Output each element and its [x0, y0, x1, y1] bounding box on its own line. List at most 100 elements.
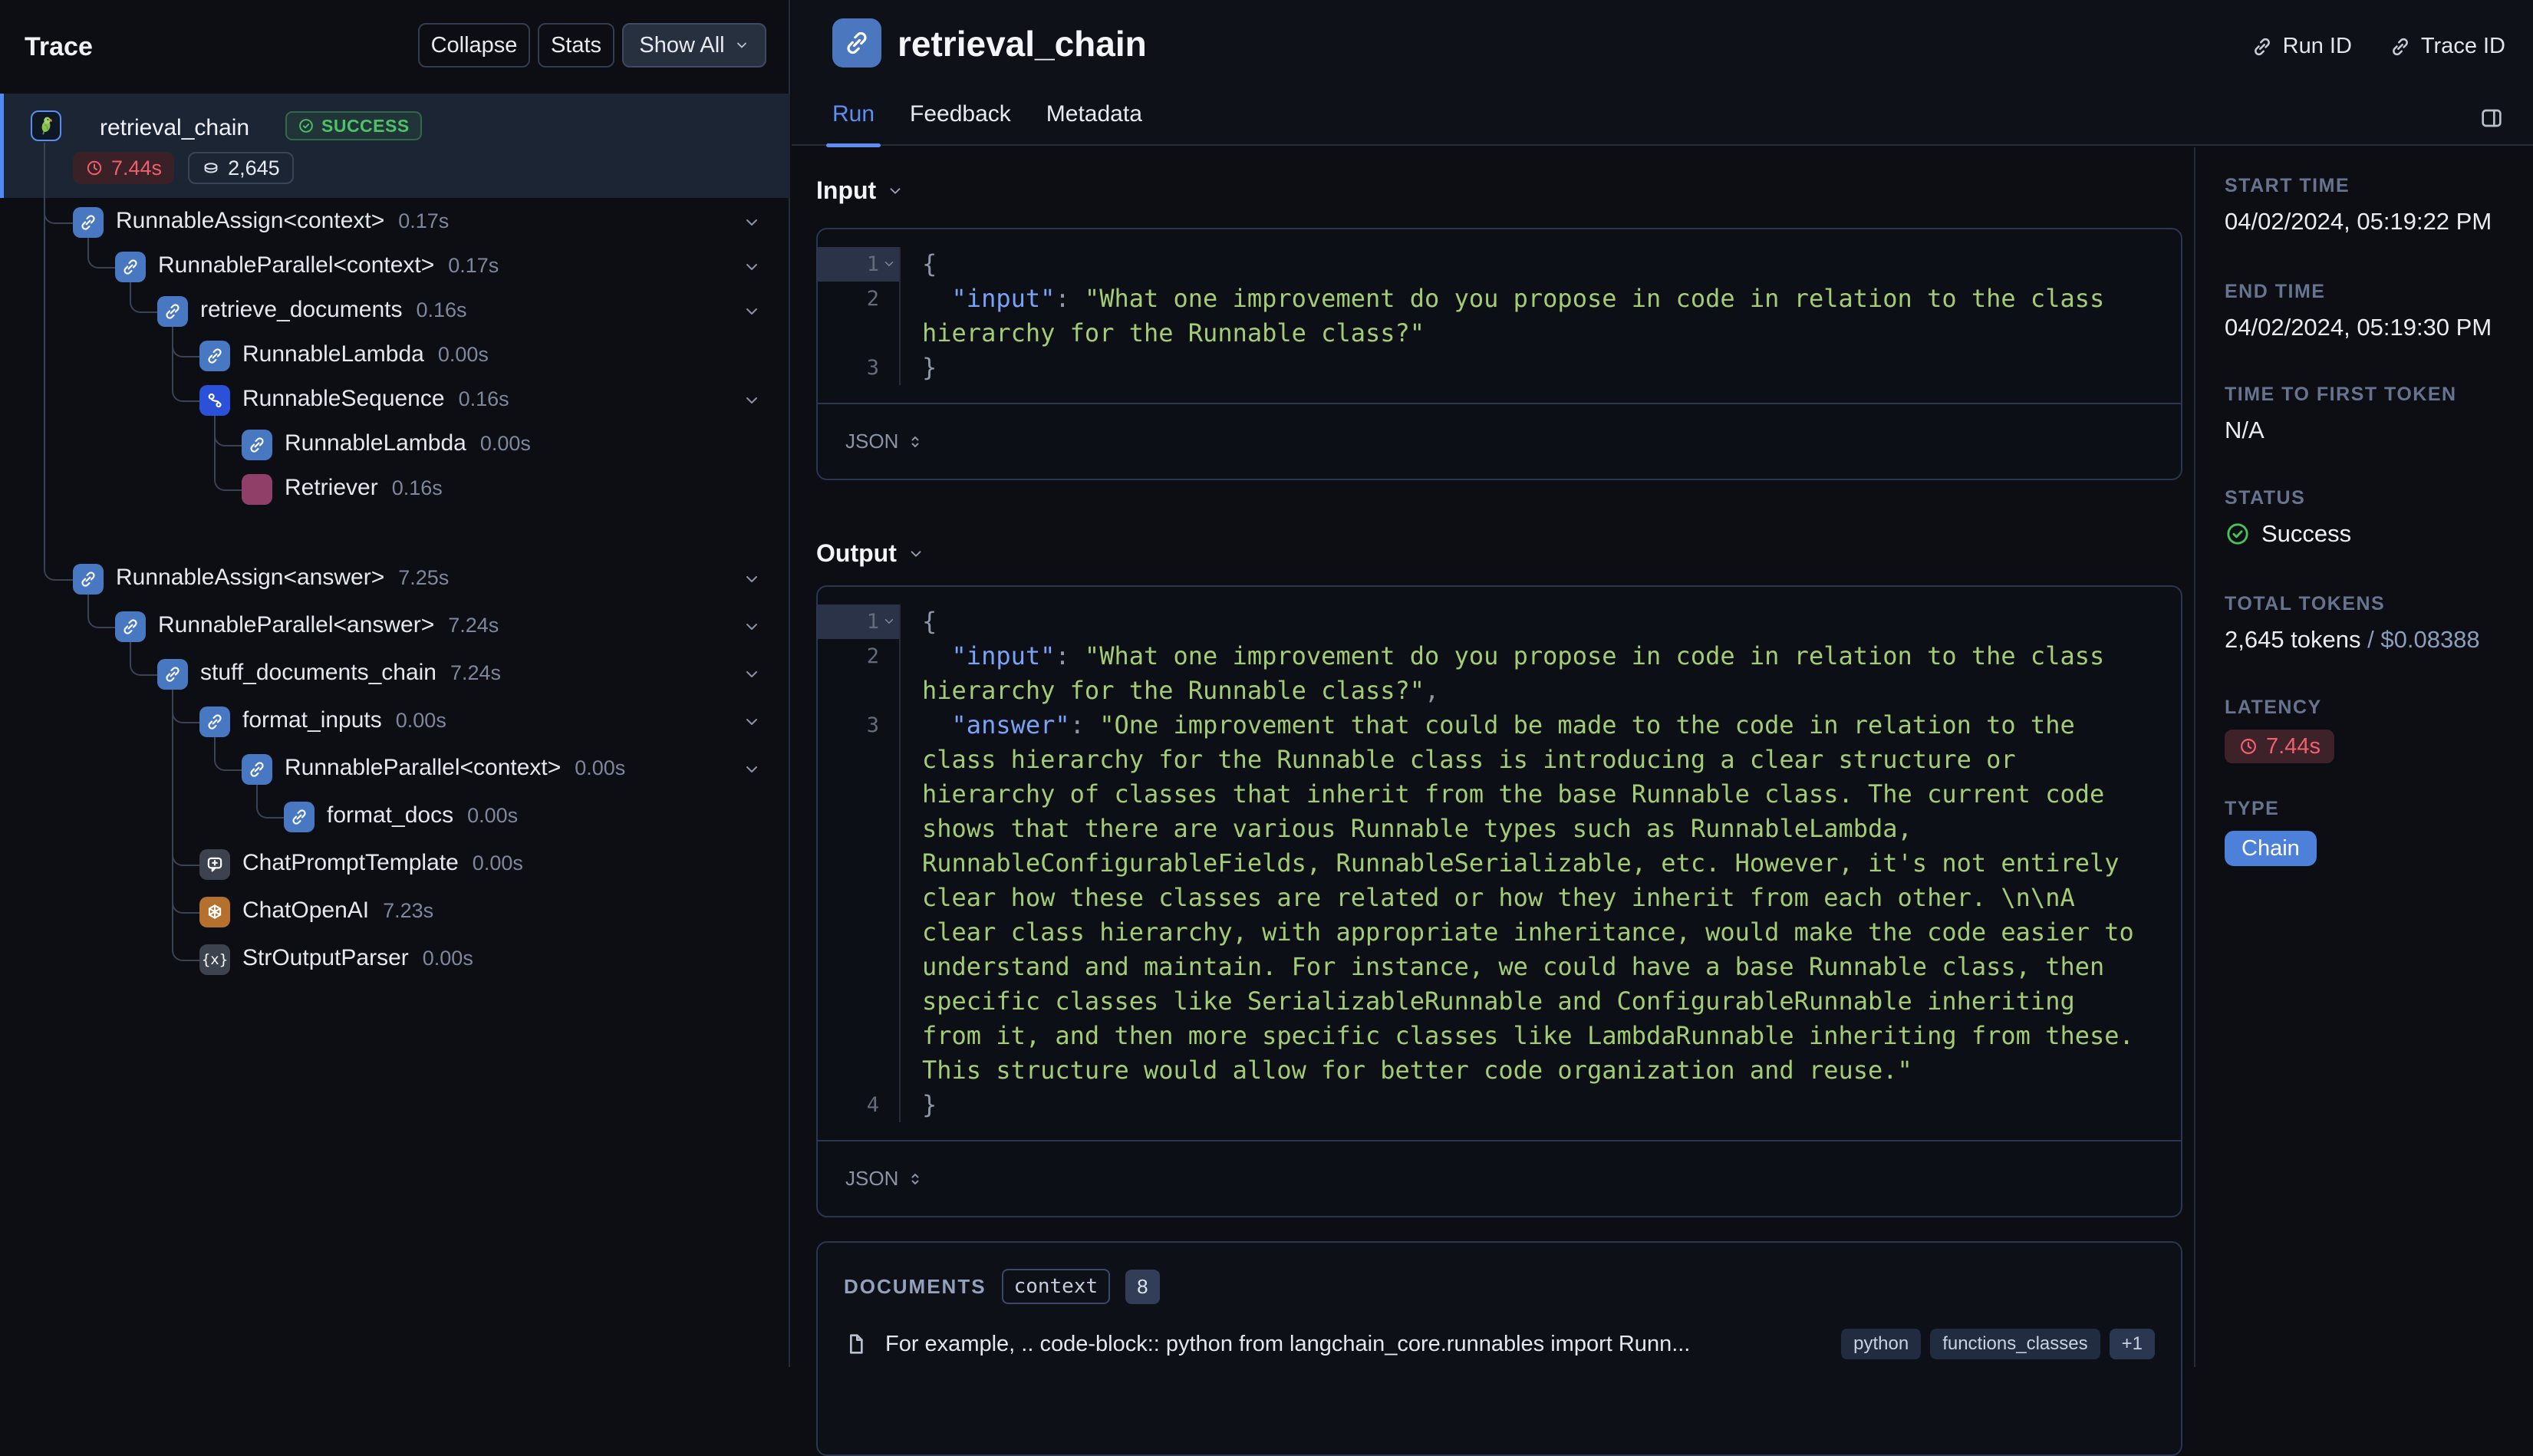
code-line: 2 "input": "What one improvement do you … [818, 639, 2181, 708]
tree-connector [172, 327, 199, 402]
tree-node-time: 0.00s [472, 852, 523, 875]
side-panel-toggle-icon[interactable] [2479, 106, 2504, 130]
tree-node-runnablelambda[interactable]: RunnableLambda 0.00s [242, 341, 489, 367]
tree-connector [87, 238, 115, 268]
line-number: 1 [818, 604, 901, 639]
tree-node-label: RunnableLambda [285, 430, 466, 456]
collapse-node-icon[interactable] [743, 302, 761, 321]
code-content: } [922, 353, 937, 382]
tree-node-runnablelambda[interactable]: RunnableLambda 0.00s [285, 430, 531, 456]
tree-node-stroutputparser[interactable]: StrOutputParser 0.00s [242, 945, 473, 971]
run-id-label: Run ID [2282, 34, 2352, 58]
link-icon [157, 296, 188, 327]
code-content: } [922, 1090, 937, 1119]
detail-type: TYPE Chain [2225, 798, 2525, 866]
tree-node-format-docs[interactable]: format_docs 0.00s [327, 802, 518, 828]
output-section-header[interactable]: Output [816, 539, 924, 568]
tree-connector [130, 642, 157, 676]
status-value: Success [2261, 520, 2352, 547]
tree-node-time: 0.00s [467, 804, 519, 827]
collapse-node-icon[interactable] [743, 760, 761, 779]
chain-icon [832, 18, 881, 68]
tree-node-label: RunnableParallel<answer> [158, 612, 435, 637]
link-icon [284, 802, 315, 832]
tree-node-runnablesequence[interactable]: RunnableSequence 0.16s [242, 386, 509, 412]
input-format-select[interactable]: JSON [818, 404, 2181, 479]
tree-connector [87, 595, 115, 628]
tree-connector [130, 282, 157, 313]
tree-node-chatprompttemplate[interactable]: ChatPromptTemplate 0.00s [242, 850, 523, 876]
detail-value: 04/02/2024, 05:19:22 PM [2225, 208, 2492, 235]
run-id-button[interactable]: Run ID [2251, 34, 2352, 59]
line-number: 3 [818, 708, 901, 1088]
fold-icon[interactable] [882, 614, 896, 628]
output-format-select[interactable]: JSON [818, 1141, 2181, 1216]
output-format-label: JSON [845, 1167, 899, 1190]
collapse-node-icon[interactable] [743, 665, 761, 684]
tree-node-runnableparallel-context-[interactable]: RunnableParallel<context> 0.00s [285, 755, 625, 781]
input-code-block: 1{2 "input": "What one improvement do yo… [816, 228, 2182, 480]
tree-node-time: 7.24s [450, 661, 502, 684]
type-badge: Chain [2225, 831, 2317, 866]
tree-node-time: 0.16s [416, 298, 467, 321]
tree-node-chatopenai[interactable]: ChatOpenAI 7.23s [242, 898, 433, 924]
tree-node-time: 0.16s [391, 476, 443, 499]
collapse-node-icon[interactable] [743, 258, 761, 276]
sort-icon [906, 433, 924, 451]
doc-tag-python: python [1841, 1329, 1922, 1359]
trace-id-button[interactable]: Trace ID [2389, 34, 2505, 59]
tree-node-label: format_inputs [242, 707, 382, 733]
tree-connector [172, 690, 199, 961]
detail-start-time: START TIME 04/02/2024, 05:19:22 PM [2225, 175, 2525, 236]
tree-node-time: 0.17s [398, 209, 450, 232]
tree-node-runnableassign-context-[interactable]: RunnableAssign<context> 0.17s [116, 208, 449, 234]
run-details-panel: START TIME 04/02/2024, 05:19:22 PM END TIM… [2194, 147, 2533, 1367]
detail-end-time: END TIME 04/02/2024, 05:19:30 PM [2225, 281, 2525, 341]
tree-node-label: format_docs [327, 802, 454, 828]
documents-label: DOCUMENTS [844, 1274, 987, 1298]
code-line: 3} [818, 351, 2181, 385]
detail-status: STATUS Success [2225, 487, 2525, 548]
collapse-node-icon[interactable] [743, 618, 761, 636]
documents-key-badge: context [1001, 1269, 1111, 1304]
tab-feedback[interactable]: Feedback [910, 98, 1011, 146]
detail-label: TOTAL TOKENS [2225, 593, 2386, 614]
tree-node-runnableassign-answer-[interactable]: RunnableAssign<answer> 7.25s [116, 565, 449, 591]
document-text: For example, .. code-block:: python from… [885, 1331, 1691, 1356]
detail-label: TIME TO FIRST TOKEN [2225, 384, 2457, 405]
code-line: 3 "answer": "One improvement that could … [818, 708, 2181, 1088]
tree-node-format-inputs[interactable]: format_inputs 0.00s [242, 707, 446, 733]
tree-node-label: ChatOpenAI [242, 898, 370, 923]
collapse-node-icon[interactable] [743, 570, 761, 588]
fold-icon[interactable] [882, 257, 896, 271]
tokens-cost: / $0.08388 [2360, 626, 2480, 653]
code-line: 4} [818, 1088, 2181, 1122]
tree-node-retrieve-documents[interactable]: retrieve_documents 0.16s [200, 297, 467, 323]
collapse-node-icon[interactable] [743, 213, 761, 232]
tree-node-label: retrieve_documents [200, 297, 403, 322]
tree-node-label: RunnableSequence [242, 386, 445, 411]
link-icon [157, 659, 188, 690]
line-number: 4 [818, 1088, 901, 1122]
tree-node-runnableparallel-context-[interactable]: RunnableParallel<context> 0.17s [158, 252, 499, 278]
input-section-header[interactable]: Input [816, 176, 904, 205]
tree-node-retriever[interactable]: Retriever 0.16s [285, 475, 443, 501]
tree-node-runnableparallel-answer-[interactable]: RunnableParallel<answer> 7.24s [158, 612, 499, 638]
doc-tag-more[interactable]: +1 [2109, 1329, 2155, 1359]
output-code-area: 1{2 "input": "What one improvement do yo… [818, 587, 2181, 1141]
tree-connector [256, 785, 284, 819]
tree-node-label: RunnableAssign<context> [116, 208, 385, 233]
tree-node-stuff-documents-chain[interactable]: stuff_documents_chain 7.24s [200, 660, 501, 686]
tab-metadata[interactable]: Metadata [1046, 98, 1142, 146]
tree-node-time: 7.24s [448, 614, 499, 637]
document-row[interactable]: For example, .. code-block:: python from… [844, 1329, 2155, 1359]
detail-total-tokens: TOTAL TOKENS 2,645 tokens / $0.08388 [2225, 593, 2525, 654]
collapse-node-icon[interactable] [743, 713, 761, 731]
code-content: "answer": "One improvement that could be… [922, 710, 2149, 1085]
tree-node-time: 0.00s [437, 343, 489, 366]
tree-node-label: stuff_documents_chain [200, 660, 436, 685]
tokens-value: 2,645 tokens [2225, 626, 2361, 653]
tab-run[interactable]: Run [825, 98, 881, 147]
link-icon [199, 707, 230, 737]
collapse-node-icon[interactable] [743, 391, 761, 410]
